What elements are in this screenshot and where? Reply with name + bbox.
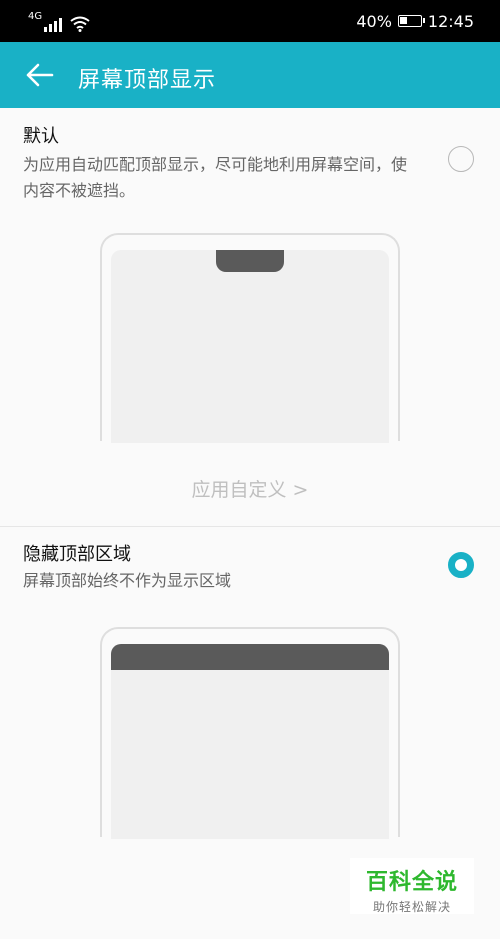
- option-default-description: 为应用自动匹配顶部显示，尽可能地利用屏幕空间，使内容不被遮挡。: [23, 155, 408, 200]
- back-arrow-icon[interactable]: [22, 58, 56, 92]
- app-custom-link[interactable]: 应用自定义 >: [0, 475, 500, 502]
- option-hide-top-description: 屏幕顶部始终不作为显示区域: [23, 571, 232, 590]
- wifi-icon: [70, 16, 90, 32]
- status-bar: 4G 40% 12:45: [0, 0, 500, 42]
- hide-top-preview-phone: [100, 627, 400, 839]
- signal-icon: [44, 18, 63, 32]
- option-hide-top-radio[interactable]: [448, 552, 474, 578]
- notch: [216, 250, 284, 272]
- network-type: 4G: [28, 11, 43, 22]
- option-hide-top-title: 隐藏顶部区域: [23, 544, 131, 565]
- default-preview-phone: [100, 233, 400, 443]
- option-default-title: 默认: [23, 126, 59, 147]
- app-bar: 屏幕顶部显示: [0, 42, 500, 108]
- watermark-subtitle: 助你轻松解决: [372, 900, 451, 914]
- option-default[interactable]: 默认 为应用自动匹配顶部显示，尽可能地利用屏幕空间，使内容不被遮挡。 应用自定义…: [0, 108, 500, 526]
- watermark-title: 百科全说: [365, 870, 458, 895]
- default-preview-screen: [111, 250, 389, 443]
- page-title: 屏幕顶部显示: [78, 68, 217, 93]
- clock: 12:45: [427, 11, 474, 31]
- battery-icon: [397, 15, 425, 27]
- hide-top-preview-screen: [111, 644, 389, 839]
- watermark-logo: 百科全说 助你轻松解决: [350, 858, 474, 914]
- battery-percent: 40%: [356, 11, 392, 31]
- hidden-top-bar: [111, 644, 389, 670]
- option-default-radio[interactable]: [448, 146, 474, 172]
